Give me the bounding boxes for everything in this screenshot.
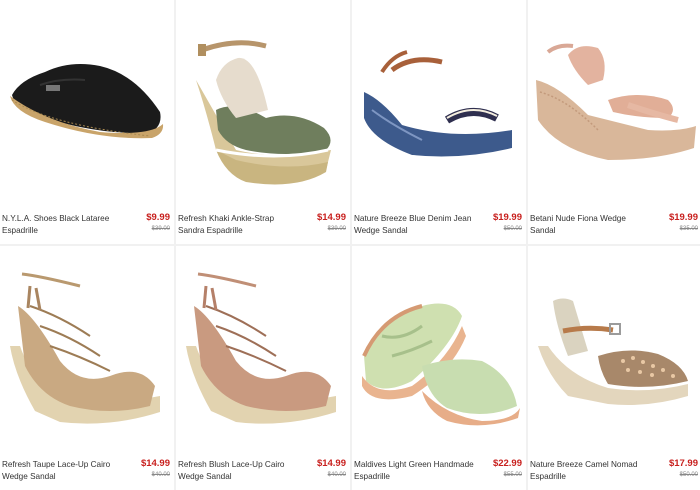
product-name[interactable]: Refresh Blush Lace-Up Cairo Wedge Sandal [178,459,298,482]
product-name[interactable]: Refresh Taupe Lace-Up Cairo Wedge Sandal [2,459,122,482]
product-name[interactable]: Nature Breeze Camel Nomad Espadrille [530,459,650,482]
product-name[interactable]: N.Y.L.A. Shoes Black Lataree Espadrille [2,213,122,236]
product-price: $22.99 [492,458,522,469]
product-original-price: $50.00 [503,226,522,232]
product-card[interactable]: Maldives Light Green Handmade Espadrille… [352,246,526,490]
product-price: $19.99 [668,212,698,223]
product-original-price: $55.00 [503,472,522,478]
product-name[interactable]: Betani Nude Fiona Wedge Sandal [530,213,650,236]
product-image-nude-platform[interactable] [528,0,700,206]
product-price: $14.99 [316,458,346,469]
product-original-price: $40.00 [327,472,346,478]
product-price: $14.99 [316,212,346,223]
product-card[interactable]: Refresh Khaki Ankle-Strap Sandra Espadri… [176,0,350,244]
product-original-price: $35.00 [679,226,698,232]
product-image-denim-wedge[interactable] [352,0,526,206]
product-price: $9.99 [146,212,170,223]
product-price: $19.99 [492,212,522,223]
product-card[interactable]: Refresh Blush Lace-Up Cairo Wedge Sandal… [176,246,350,490]
product-image-taupe-lace-up[interactable] [0,246,174,452]
product-grid: N.Y.L.A. Shoes Black Lataree Espadrille … [0,0,700,490]
product-card[interactable]: Nature Breeze Camel Nomad Espadrille $17… [528,246,700,490]
product-card[interactable]: Refresh Taupe Lace-Up Cairo Wedge Sandal… [0,246,174,490]
product-image-black-espadrille[interactable] [0,0,174,206]
product-name[interactable]: Maldives Light Green Handmade Espadrille [354,459,474,482]
product-card[interactable]: Nature Breeze Blue Denim Jean Wedge Sand… [352,0,526,244]
product-card[interactable]: N.Y.L.A. Shoes Black Lataree Espadrille … [0,0,174,244]
product-card[interactable]: Betani Nude Fiona Wedge Sandal $19.99 $3… [528,0,700,244]
product-price: $17.99 [668,458,698,469]
product-image-green-espadrille[interactable] [352,246,526,452]
product-image-khaki-wedge[interactable] [176,0,350,206]
product-name[interactable]: Refresh Khaki Ankle-Strap Sandra Espadri… [178,213,298,236]
product-original-price: $40.00 [151,472,170,478]
product-original-price: $50.00 [679,472,698,478]
product-image-blush-lace-up[interactable] [176,246,350,452]
product-original-price: $39.00 [151,226,170,232]
product-original-price: $39.00 [327,226,346,232]
product-name[interactable]: Nature Breeze Blue Denim Jean Wedge Sand… [354,213,474,236]
product-image-camel-studded[interactable] [528,246,700,452]
product-price: $14.99 [140,458,170,469]
